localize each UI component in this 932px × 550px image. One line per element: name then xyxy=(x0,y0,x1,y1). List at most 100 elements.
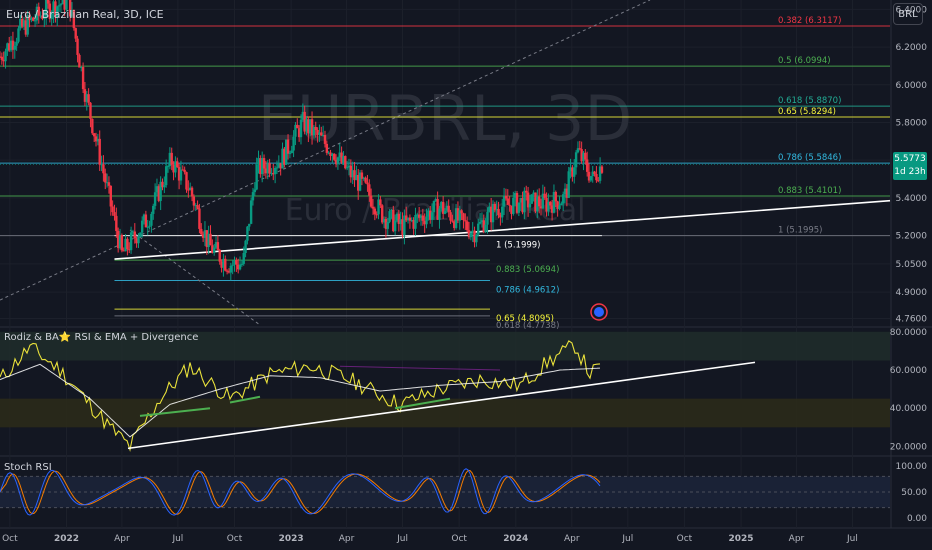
candle-body xyxy=(218,249,221,262)
price-tick-label: 6.0000 xyxy=(896,81,928,91)
candle-body xyxy=(146,226,149,228)
candle-body xyxy=(120,235,124,251)
candle-body xyxy=(198,208,201,229)
candle-body xyxy=(275,167,279,169)
candle-body xyxy=(388,211,391,222)
last-price-tag: 5.5773 1d 23h xyxy=(893,152,927,180)
fib-label: 1 (5.1999) xyxy=(496,241,540,251)
candle-body xyxy=(248,223,251,227)
price-tick-label: 6.2000 xyxy=(896,43,928,53)
time-axis: Oct 2022 Apr Jul Oct 2023 Apr Jul Oct 2024 Apr Jul O… xyxy=(2,534,858,544)
last-price-value: 5.5773 xyxy=(894,154,926,164)
candle-body xyxy=(344,156,347,169)
candle-body xyxy=(554,191,557,202)
fib-label: 0.786 (5.5846) xyxy=(778,153,841,163)
candle-body xyxy=(164,166,168,186)
candle-body xyxy=(530,194,533,204)
candle-body xyxy=(46,0,50,4)
candle-body xyxy=(567,171,570,198)
rsi-tick-label: 20.0000 xyxy=(890,442,927,452)
candle-body xyxy=(578,148,581,150)
rsi-pane-label[interactable]: Rodiz & BA⭐ RSI & EMA + Divergence xyxy=(4,332,198,343)
candle-body xyxy=(432,200,436,213)
stoch-pane-label[interactable]: Stoch RSI xyxy=(4,462,52,473)
candle-body xyxy=(192,196,196,206)
candle-body xyxy=(91,118,94,134)
candle-body xyxy=(561,194,565,204)
price-tick-label: 5.8000 xyxy=(896,118,928,128)
grid-lines xyxy=(0,0,890,528)
candle-body xyxy=(288,153,292,155)
candle-body xyxy=(462,213,465,221)
candle-body xyxy=(464,220,467,222)
chart-canvas[interactable]: EURBRL, 3D Euro / Brazilian Real 0.382 (… xyxy=(0,0,932,550)
symbol-title[interactable]: Euro / Brazilian Real, 3D, ICE xyxy=(6,8,164,21)
candle-body xyxy=(528,203,532,208)
trend-lines[interactable] xyxy=(0,0,891,326)
candle-body xyxy=(421,215,425,221)
candle-body xyxy=(139,232,142,237)
rsi-tick-label: 80.0000 xyxy=(890,328,927,338)
candle-body xyxy=(59,4,63,6)
candle-body xyxy=(366,182,369,185)
candle-body xyxy=(251,192,255,201)
fib-label: 0.883 (5.4101) xyxy=(778,186,841,196)
candle-body xyxy=(57,5,61,7)
candle-body xyxy=(163,185,166,188)
event-marker-icon[interactable] xyxy=(590,303,608,321)
candle-body xyxy=(113,212,116,216)
candle-body xyxy=(501,206,504,218)
x-tick-label: Jul xyxy=(171,534,183,544)
candle-body xyxy=(238,264,242,270)
candle-body xyxy=(517,202,521,213)
candle-body xyxy=(323,135,327,144)
candle-body xyxy=(478,221,482,224)
candle-body xyxy=(268,163,271,174)
candle-body xyxy=(255,164,258,190)
rsi-tick-label: 40.0000 xyxy=(890,404,927,414)
candle-body xyxy=(368,184,371,196)
candle-body xyxy=(465,221,469,231)
candle-body xyxy=(373,208,377,215)
candle-body xyxy=(240,263,244,265)
candle-body xyxy=(89,102,92,119)
candle-body xyxy=(523,190,526,213)
fibonacci-levels[interactable]: 0.382 (6.3117) 0.5 (6.0994) 0.618 (5.8870)… xyxy=(0,16,890,331)
candle-body xyxy=(512,197,515,214)
candle-body xyxy=(144,214,148,228)
candle-body xyxy=(15,41,18,46)
candle-body xyxy=(475,234,478,243)
x-tick-label: Oct xyxy=(677,534,693,544)
candle-body xyxy=(447,205,450,213)
x-tick-label: Oct xyxy=(451,534,467,544)
watermark-symbol: EURBRL, 3D xyxy=(258,82,632,155)
candle-body xyxy=(414,215,417,229)
currency-button[interactable]: BRL xyxy=(893,3,923,25)
candle-body xyxy=(393,220,397,232)
candle-body xyxy=(469,232,473,238)
candle-body xyxy=(185,172,188,190)
candle-body xyxy=(246,226,249,241)
candle-body xyxy=(345,167,349,169)
candle-body xyxy=(4,51,7,62)
candle-body xyxy=(137,236,140,244)
candle-body xyxy=(484,224,487,232)
candle-body xyxy=(81,66,85,90)
candle-body xyxy=(504,195,508,199)
candle-body xyxy=(537,196,541,207)
candle-body xyxy=(102,164,105,174)
bar-countdown: 1d 23h xyxy=(894,167,926,177)
candle-body xyxy=(190,187,194,197)
candle-body xyxy=(78,54,81,68)
fib-label: 0.883 (5.0694) xyxy=(496,265,559,275)
candle-body xyxy=(525,190,528,193)
candle-body xyxy=(262,158,266,169)
stoch-tick-label: 0.00 xyxy=(907,514,927,524)
candle-body xyxy=(249,200,253,224)
candle-body xyxy=(166,166,170,168)
candle-body xyxy=(371,206,375,209)
candle-body xyxy=(196,205,199,209)
candle-body xyxy=(253,189,257,193)
candle-body xyxy=(486,211,489,225)
candle-body xyxy=(92,133,96,137)
